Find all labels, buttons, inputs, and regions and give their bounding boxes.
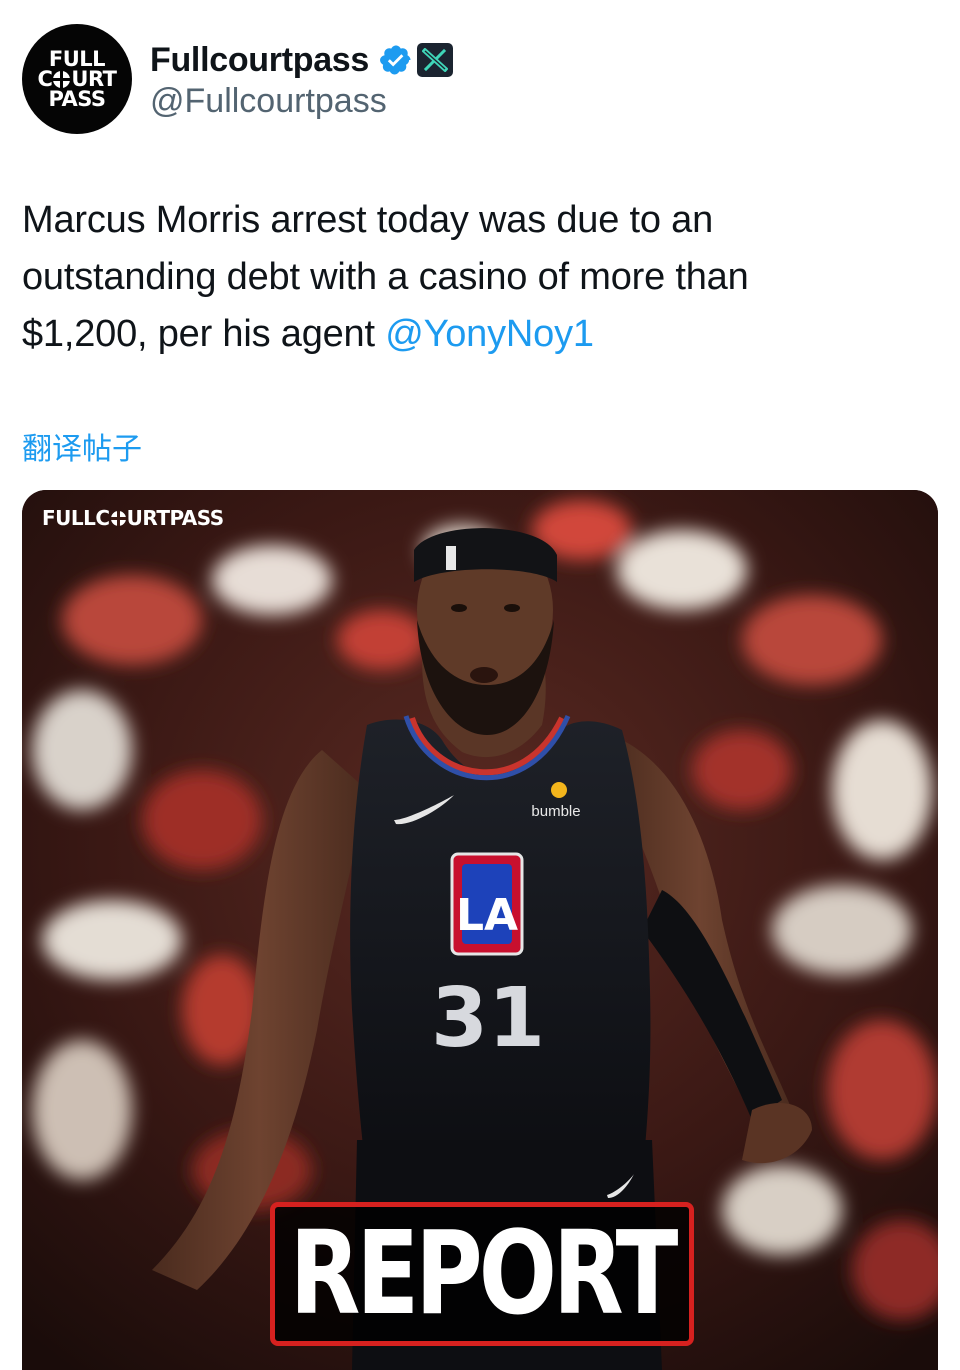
- avatar-line-3: PASS: [48, 87, 106, 111]
- jersey-number: 31: [431, 971, 545, 1066]
- avatar[interactable]: FULL C URT PASS: [22, 24, 132, 134]
- avatar-line-2: C URT: [37, 67, 117, 91]
- report-banner: REPORT: [270, 1202, 694, 1346]
- basketball-icon: [53, 71, 71, 88]
- avatar-line-1: FULL: [48, 47, 106, 71]
- x-logo-icon: [417, 43, 454, 77]
- user-handle[interactable]: @Fullcourtpass: [150, 82, 387, 121]
- tweet-media-image[interactable]: bumble LA 31 FULLC URTPASS REPORT: [22, 490, 938, 1370]
- tweet-line-3: $1,200, per his agent @YonyNoy1: [22, 306, 922, 363]
- tweet-line-1: Marcus Morris arrest today was due to an: [22, 199, 714, 241]
- tweet-line-2: outstanding debt with a casino of more t…: [22, 256, 749, 298]
- media-watermark: FULLC URTPASS: [42, 506, 224, 530]
- basketball-icon: [110, 510, 126, 526]
- name-row: Fullcourtpass: [150, 40, 454, 80]
- mention-link[interactable]: @YonyNoy1: [385, 313, 594, 355]
- jersey-logo: LA: [456, 890, 518, 941]
- verified-check-icon: [380, 45, 411, 75]
- report-banner-text: REPORT: [289, 1206, 679, 1341]
- watermark-post: URTPASS: [126, 506, 225, 530]
- tweet-line-3-text: $1,200, per his agent: [22, 313, 386, 355]
- watermark-pre: FULLC: [42, 506, 110, 530]
- translate-post-link[interactable]: 翻译帖子: [22, 424, 142, 468]
- display-name[interactable]: Fullcourtpass: [150, 41, 369, 80]
- tweet-text: Marcus Morris arrest today was due to an…: [22, 192, 922, 363]
- tweet-header: FULL C URT PASS Fullcourtpass @Fullcourtp…: [22, 24, 922, 134]
- jersey-sponsor: bumble: [531, 803, 580, 820]
